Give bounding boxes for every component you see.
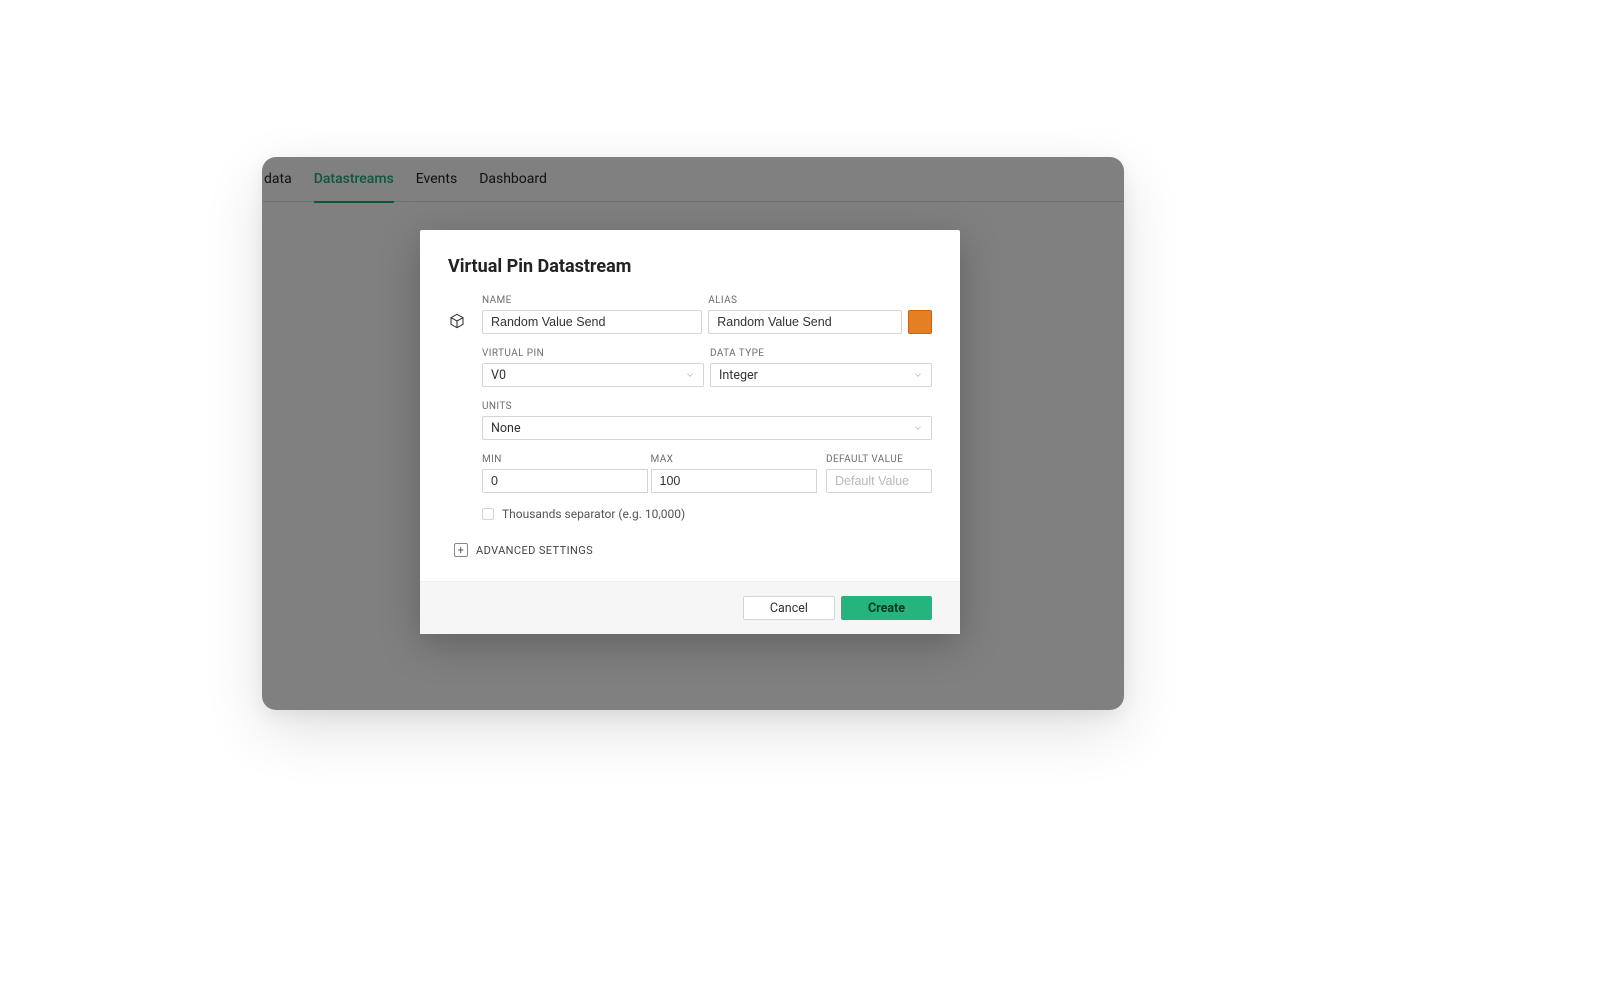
app-window: data Datastreams Events Dashboard Virtua… [262, 157, 1124, 710]
cancel-button[interactable]: Cancel [743, 596, 835, 620]
input-default-value[interactable] [826, 469, 932, 493]
cube-icon [448, 312, 466, 330]
field-data-type: DATA TYPE Integer [710, 348, 932, 387]
input-max[interactable] [651, 469, 817, 493]
field-default-value: DEFAULT VALUE [826, 454, 932, 493]
color-picker[interactable] [908, 310, 932, 334]
label-units: UNITS [482, 401, 932, 412]
advanced-settings-toggle[interactable]: + ADVANCED SETTINGS [454, 543, 932, 557]
label-name: NAME [482, 295, 702, 306]
select-units[interactable]: None [482, 416, 932, 440]
advanced-settings-label: ADVANCED SETTINGS [476, 544, 593, 557]
label-virtual-pin: VIRTUAL PIN [482, 348, 704, 359]
label-default-value: DEFAULT VALUE [826, 454, 932, 465]
label-min: MIN [482, 454, 648, 465]
icon-column [448, 295, 470, 557]
field-alias: ALIAS [708, 295, 902, 334]
modal-body: Virtual Pin Datastream NAME [420, 230, 960, 581]
input-alias[interactable] [708, 310, 902, 334]
chevron-down-icon [913, 370, 923, 380]
select-data-type[interactable]: Integer [710, 363, 932, 387]
row-name-alias: NAME ALIAS [482, 295, 932, 334]
row-min-max-default: MIN MAX DEFAULT VALUE [482, 454, 932, 493]
select-virtual-pin-value: V0 [491, 368, 506, 383]
label-alias: ALIAS [708, 295, 902, 306]
datastream-modal: Virtual Pin Datastream NAME [420, 230, 960, 634]
field-max: MAX [651, 454, 817, 493]
modal-footer: Cancel Create [420, 581, 960, 634]
chevron-down-icon [913, 423, 923, 433]
thousands-separator-row: Thousands separator (e.g. 10,000) [482, 507, 932, 521]
field-name: NAME [482, 295, 702, 334]
label-max: MAX [651, 454, 817, 465]
form-area: NAME ALIAS VIRTUAL PIN [448, 295, 932, 557]
modal-title: Virtual Pin Datastream [448, 256, 932, 277]
row-pin-type: VIRTUAL PIN V0 DATA TYPE Integer [482, 348, 932, 387]
field-min: MIN [482, 454, 648, 493]
select-units-value: None [491, 421, 521, 436]
input-min[interactable] [482, 469, 648, 493]
create-button[interactable]: Create [841, 596, 932, 620]
field-virtual-pin: VIRTUAL PIN V0 [482, 348, 704, 387]
thousands-separator-label: Thousands separator (e.g. 10,000) [502, 507, 685, 521]
field-units: UNITS None [482, 401, 932, 440]
select-virtual-pin[interactable]: V0 [482, 363, 704, 387]
row-units: UNITS None [482, 401, 932, 440]
select-data-type-value: Integer [719, 368, 758, 383]
thousands-separator-checkbox[interactable] [482, 508, 494, 520]
plus-icon: + [454, 543, 468, 557]
label-data-type: DATA TYPE [710, 348, 932, 359]
input-name[interactable] [482, 310, 702, 334]
chevron-down-icon [685, 370, 695, 380]
fields-column: NAME ALIAS VIRTUAL PIN [482, 295, 932, 557]
